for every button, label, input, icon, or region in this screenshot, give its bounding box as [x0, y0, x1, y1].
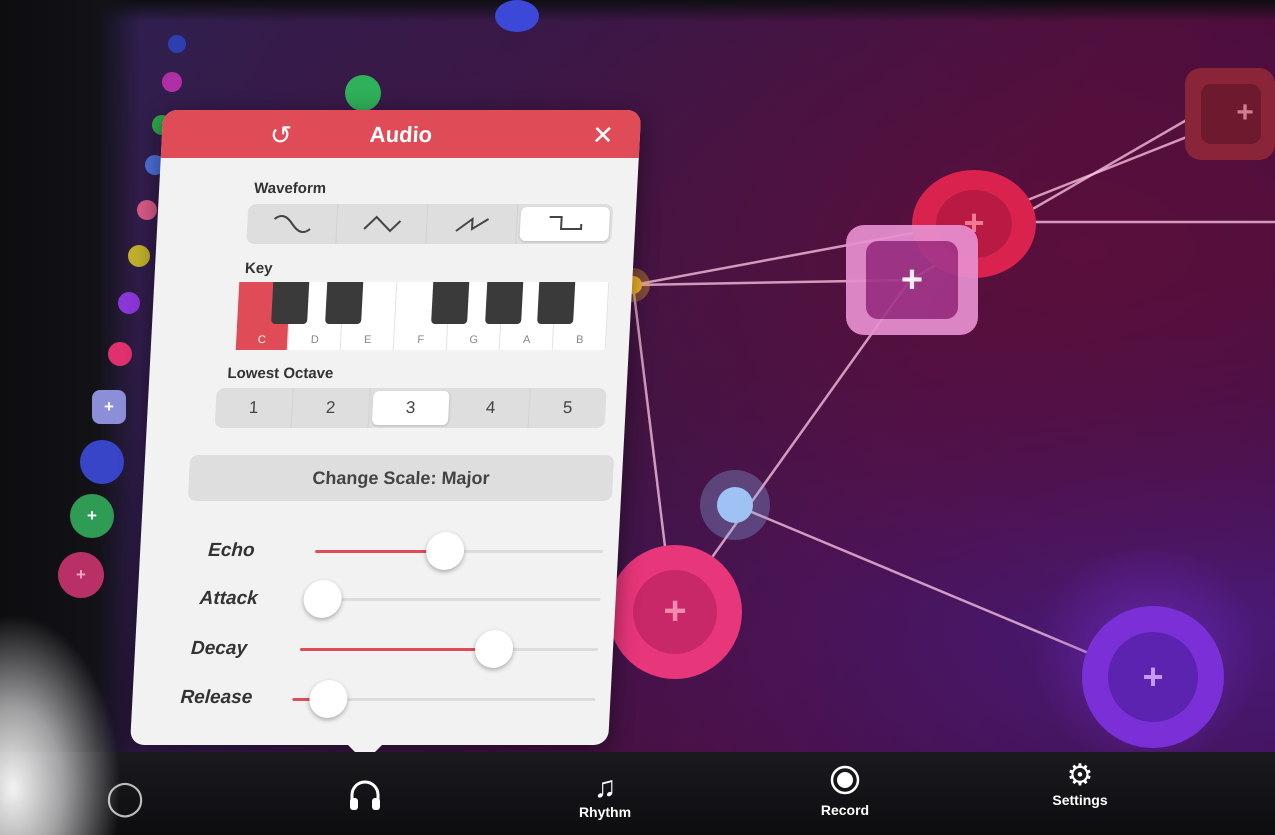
sine-wave-icon[interactable]: [246, 204, 339, 244]
tab-audio[interactable]: [335, 765, 395, 818]
decay-label: Decay: [190, 638, 248, 659]
screen-glare: [0, 600, 130, 835]
node-dot[interactable]: +: [70, 494, 114, 538]
tab-settings[interactable]: ⚙ Settings: [1040, 759, 1120, 809]
black-key[interactable]: [485, 282, 524, 324]
change-scale-button[interactable]: Change Scale: Major: [187, 455, 615, 501]
black-key[interactable]: [537, 282, 576, 324]
octave-option-1[interactable]: 1: [214, 388, 294, 428]
plus-icon: +: [1142, 656, 1164, 697]
octave-option-5[interactable]: 5: [529, 388, 607, 428]
headphones-icon: [335, 779, 395, 818]
node-core: [717, 487, 753, 523]
tab-rhythm-label: Rhythm: [578, 804, 632, 820]
lowest-octave-label: Lowest Octave: [227, 365, 334, 382]
release-label: Release: [179, 687, 253, 708]
attack-label: Attack: [199, 588, 259, 609]
release-slider-knob[interactable]: [308, 680, 349, 718]
sawtooth-wave-icon[interactable]: [426, 204, 519, 244]
attack-slider[interactable]: [302, 580, 601, 618]
node-dot[interactable]: [80, 440, 124, 484]
node-dot[interactable]: +: [58, 552, 104, 598]
node-blue[interactable]: [700, 470, 770, 540]
node-square-small[interactable]: +: [92, 390, 126, 424]
square-wave-icon[interactable]: [519, 207, 611, 241]
tab-rhythm[interactable]: ♫ Rhythm: [565, 771, 645, 821]
echo-label: Echo: [207, 540, 256, 561]
decay-slider[interactable]: [299, 630, 599, 668]
audio-panel-title: Audio: [369, 122, 433, 147]
node-dot[interactable]: [162, 72, 182, 92]
node-dot[interactable]: [168, 35, 186, 53]
node-dot[interactable]: [128, 245, 150, 267]
plus-icon: +: [76, 565, 86, 584]
plus-icon: +: [663, 589, 687, 633]
node-dot[interactable]: [108, 342, 132, 366]
close-icon[interactable]: ✕: [591, 120, 614, 151]
waveform-label: Waveform: [253, 180, 327, 197]
audio-panel-header: ↺ Audio ✕: [160, 110, 642, 158]
node-dot[interactable]: [137, 200, 157, 220]
plus-icon: +: [87, 506, 97, 525]
attack-slider-knob[interactable]: [302, 580, 343, 618]
node-purple[interactable]: +: [1082, 606, 1224, 748]
echo-slider-knob[interactable]: [425, 532, 466, 570]
black-key[interactable]: [271, 282, 310, 324]
record-icon: [805, 765, 885, 802]
key-keyboard: C D E F G A B: [235, 282, 610, 350]
tab-record-label: Record: [820, 802, 870, 818]
octave-selector: 1 2 3 4 5: [214, 388, 607, 428]
gear-icon: ⚙: [1066, 759, 1094, 792]
black-key[interactable]: [325, 282, 364, 324]
plus-icon: +: [104, 397, 114, 416]
tab-record[interactable]: Record: [805, 765, 885, 818]
release-slider[interactable]: [292, 680, 596, 718]
node-dot[interactable]: [495, 0, 539, 32]
triangle-wave-icon[interactable]: [336, 204, 429, 244]
node-square-pink[interactable]: +: [846, 225, 978, 335]
node-dot[interactable]: [118, 292, 140, 314]
waveform-selector: [246, 204, 614, 244]
octave-option-3[interactable]: 3: [371, 391, 451, 425]
plus-icon: +: [1236, 96, 1254, 129]
octave-option-2[interactable]: 2: [291, 388, 371, 428]
black-key[interactable]: [431, 282, 470, 324]
decay-slider-fill: [299, 648, 495, 651]
music-note-icon: ♫: [593, 771, 617, 804]
tab-settings-label: Settings: [1052, 792, 1108, 808]
node-pink-large[interactable]: +: [608, 545, 742, 679]
octave-option-4[interactable]: 4: [451, 388, 531, 428]
node-dot[interactable]: [345, 75, 381, 111]
decay-slider-knob[interactable]: [474, 630, 515, 668]
key-label: Key: [244, 260, 273, 277]
echo-slider[interactable]: [315, 532, 604, 570]
plus-icon: +: [900, 259, 924, 301]
audio-panel: ↺ Audio ✕ Waveform Key C D E F G A B Low…: [130, 110, 642, 745]
node-square-red[interactable]: +: [1185, 68, 1275, 160]
